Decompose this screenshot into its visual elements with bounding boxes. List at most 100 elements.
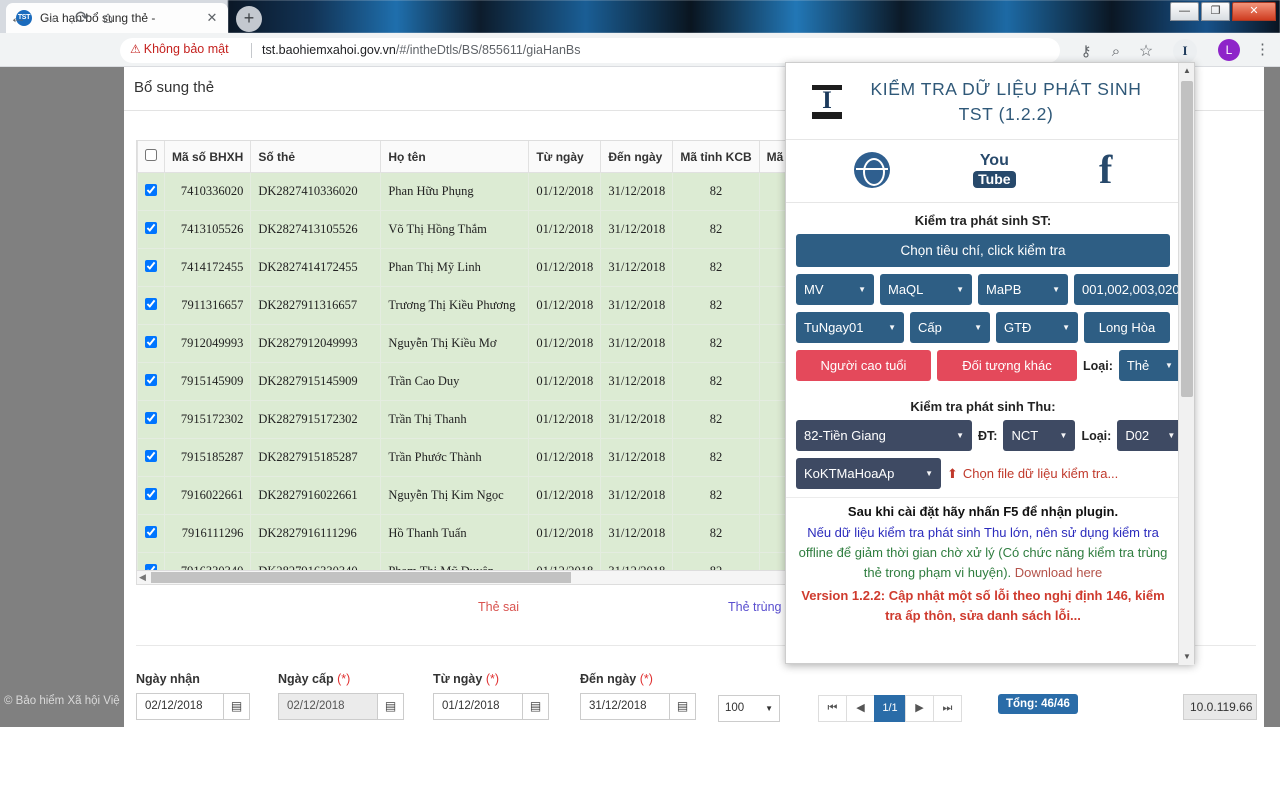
dropdown-tungay01[interactable]: TuNgay01 ▼ [796, 312, 904, 343]
dropdown-gtd[interactable]: GTĐ ▼ [996, 312, 1078, 343]
row-select-cell[interactable] [137, 362, 165, 401]
scrollbar-thumb[interactable] [151, 572, 571, 583]
home-icon[interactable]: ⌂ [98, 8, 118, 28]
page-next-button[interactable]: ▶ [905, 695, 934, 722]
table-row[interactable]: 7413105526 DK2827413105526 Võ Thị Hồng Thắ… [137, 210, 807, 249]
dropdown-loai-the[interactable]: Thẻ ▼ [1118, 350, 1181, 381]
table-row[interactable]: 7916022661 DK2827916022661 Nguyễn Thị Kim … [137, 476, 807, 515]
window-maximize-button[interactable]: ❐ [1201, 2, 1230, 21]
the-trung-link[interactable]: Thẻ trùng [728, 600, 782, 614]
ngay-cap-input[interactable]: 02/12/2018 [278, 693, 378, 720]
row-checkbox[interactable] [145, 297, 157, 310]
address-bar[interactable] [120, 38, 1060, 63]
row-checkbox[interactable] [145, 335, 157, 348]
table-row[interactable]: 7912049993 DK2827912049993 Nguyễn Thị Kiều… [137, 324, 807, 363]
row-checkbox[interactable] [145, 259, 157, 272]
page-size-select[interactable]: 100 ▼ [718, 695, 780, 722]
choose-file-link[interactable]: ⬆ Chọn file dữ liệu kiểm tra... [947, 466, 1118, 482]
row-select-cell[interactable] [137, 514, 165, 553]
ip-address-field[interactable]: 10.0.119.66 [1183, 694, 1257, 720]
table-row[interactable]: 7915145909 DK2827915145909 Trần Cao Duy 01/… [137, 362, 807, 401]
row-select-cell[interactable] [137, 438, 165, 477]
dropdown-mv[interactable]: MV ▼ [796, 274, 874, 305]
col-matinhkcb[interactable]: Mã tỉnh KCB [672, 141, 760, 173]
row-checkbox[interactable] [145, 221, 157, 234]
table-row[interactable]: 7915172302 DK2827915172302 Trần Thị Thanh 0… [137, 400, 807, 439]
download-here-link[interactable]: Download here [1015, 565, 1102, 580]
calendar-icon[interactable]: ▤ [523, 693, 549, 720]
bookmark-star-icon[interactable]: ☆ [1135, 41, 1157, 63]
col-bhxh[interactable]: Mã số BHXH [163, 141, 252, 173]
password-key-icon[interactable]: ⚷ [1075, 41, 1097, 63]
row-select-cell[interactable] [137, 210, 165, 249]
not-secure-warning[interactable]: ⚠ Không bảo mật [130, 42, 229, 56]
dropdown-cap[interactable]: Cấp ▼ [910, 312, 990, 343]
tst-extension-icon[interactable]: I [1173, 39, 1197, 63]
browser-menu-icon[interactable]: ⋮ [1255, 40, 1270, 60]
website-globe-icon[interactable] [853, 152, 890, 188]
row-select-cell[interactable] [137, 324, 165, 363]
table-row[interactable]: 7410336020 DK2827410336020 Phan Hữu Phụng 0… [137, 172, 807, 211]
row-select-cell[interactable] [137, 172, 165, 211]
commune-input[interactable]: Long Hòa [1084, 312, 1170, 343]
scroll-down-arrow-icon[interactable]: ▼ [1179, 649, 1195, 665]
scroll-left-arrow-icon[interactable]: ◀ [139, 572, 146, 583]
dropdown-loai-d02[interactable]: D02 ▼ [1117, 420, 1184, 451]
row-checkbox[interactable] [145, 525, 157, 538]
page-first-button[interactable]: ⏮ [818, 695, 847, 722]
address-bar-url[interactable]: tst.baohiemxahoi.gov.vn/#/intheDtls/BS/8… [262, 43, 580, 57]
dropdown-mapb[interactable]: MaPB ▼ [978, 274, 1068, 305]
dropdown-koktmahoaap[interactable]: KoKTMaHoaAp ▼ [796, 458, 941, 489]
doi-tuong-khac-button[interactable]: Đối tượng khác [937, 350, 1077, 381]
den-ngay-input[interactable]: 31/12/2018 [580, 693, 670, 720]
reload-icon[interactable]: ⟳ [72, 8, 92, 28]
row-checkbox[interactable] [145, 411, 157, 424]
select-all-checkbox[interactable] [145, 149, 157, 161]
nguoi-cao-tuoi-button[interactable]: Người cao tuổi [796, 350, 931, 381]
col-sothe[interactable]: Số thẻ [250, 141, 382, 173]
calendar-icon[interactable]: ▤ [378, 693, 404, 720]
row-checkbox[interactable] [145, 449, 157, 462]
calendar-icon[interactable]: ▤ [670, 693, 696, 720]
ngay-nhan-input[interactable]: 02/12/2018 [136, 693, 224, 720]
tu-ngay-input[interactable]: 01/12/2018 [433, 693, 523, 720]
facebook-icon[interactable]: f [1099, 150, 1112, 190]
codes-input[interactable]: 001,002,003,020 [1074, 274, 1188, 305]
scroll-up-arrow-icon[interactable]: ▲ [1179, 63, 1195, 79]
page-current-indicator[interactable]: 1/1 [874, 695, 906, 722]
row-select-cell[interactable] [137, 476, 165, 515]
dropdown-dt[interactable]: NCT ▼ [1003, 420, 1076, 451]
col-hoten[interactable]: Họ tên [380, 141, 530, 173]
tab-close-icon[interactable]: ✕ [204, 10, 220, 26]
row-select-cell[interactable] [137, 400, 165, 439]
row-checkbox[interactable] [145, 487, 157, 500]
row-checkbox[interactable] [145, 183, 157, 196]
back-arrow-icon[interactable]: ← [8, 8, 28, 28]
window-close-button[interactable]: ✕ [1232, 2, 1276, 21]
check-criteria-button[interactable]: Chọn tiêu chí, click kiểm tra [796, 234, 1170, 267]
row-checkbox[interactable] [145, 373, 157, 386]
row-select-cell[interactable] [137, 248, 165, 287]
avatar[interactable]: L [1218, 39, 1240, 61]
table-row[interactable]: 7414172455 DK2827414172455 Phan Thị Mỹ Lin… [137, 248, 807, 287]
new-tab-button[interactable]: + [236, 6, 262, 32]
table-row[interactable]: 7915185287 DK2827915185287 Trần Phước Thàn… [137, 438, 807, 477]
table-row[interactable]: 7911316657 DK2827911316657 Trương Thị Kiều… [137, 286, 807, 325]
select-all-header[interactable] [137, 141, 165, 173]
col-denngay[interactable]: Đến ngày [600, 141, 674, 173]
dropdown-province[interactable]: 82-Tiền Giang ▼ [796, 420, 972, 451]
page-prev-button[interactable]: ◀ [846, 695, 875, 722]
youtube-icon[interactable]: You Tube [973, 152, 1016, 188]
calendar-icon[interactable]: ▤ [224, 693, 250, 720]
col-tungay[interactable]: Từ ngày [528, 141, 602, 173]
zoom-search-icon[interactable]: ⌕ [1105, 41, 1127, 63]
table-horizontal-scrollbar[interactable]: ◀ [136, 570, 808, 585]
window-minimize-button[interactable]: — [1170, 2, 1199, 21]
the-sai-link[interactable]: Thẻ sai [478, 600, 519, 614]
row-select-cell[interactable] [137, 286, 165, 325]
popup-scrollbar-thumb[interactable] [1181, 81, 1193, 397]
popup-scrollbar[interactable]: ▲ ▼ [1178, 63, 1194, 665]
forward-arrow-icon[interactable]: → [40, 8, 60, 28]
dropdown-maql[interactable]: MaQL ▼ [880, 274, 972, 305]
page-last-button[interactable]: ⏭ [933, 695, 962, 722]
